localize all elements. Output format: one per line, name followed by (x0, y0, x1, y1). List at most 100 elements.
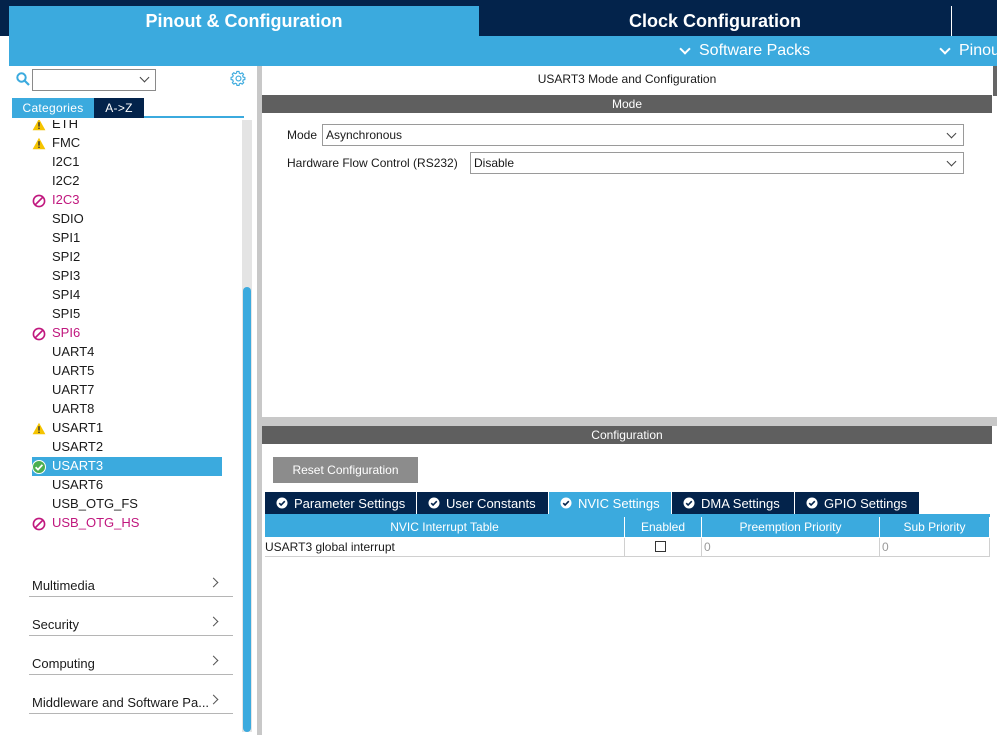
tab-parameter-settings[interactable]: Parameter Settings (265, 492, 417, 514)
configuration-section-header: Configuration (262, 426, 992, 444)
software-packs-menu[interactable]: Software Packs (679, 36, 811, 66)
category-label: Security (32, 617, 79, 632)
peripheral-label: I2C3 (52, 192, 80, 207)
disabled-icon (32, 517, 46, 531)
tab-user-constants[interactable]: User Constants (417, 492, 549, 514)
tab-pinout-configuration[interactable]: Pinout & Configuration (9, 6, 479, 36)
peripheral-label: USB_OTG_FS (52, 496, 138, 511)
pinout-menu[interactable]: Pinout (939, 36, 997, 66)
peripheral-label: SPI2 (52, 249, 81, 264)
peripheral-item-eth[interactable]: ETH (32, 120, 222, 134)
search-icon[interactable] (16, 72, 30, 86)
tab-nvic-settings[interactable]: NVIC Settings (549, 492, 672, 514)
peripheral-label: UART8 (52, 401, 95, 416)
category-multimedia[interactable]: Multimedia (29, 571, 233, 597)
peripheral-label: SPI6 (52, 325, 81, 340)
panel-edge-handle[interactable] (993, 66, 997, 96)
tab-clock-configuration[interactable]: Clock Configuration (481, 6, 949, 36)
horizontal-splitter[interactable] (262, 417, 997, 426)
peripheral-item-sdio[interactable]: SDIO (32, 210, 222, 229)
check-icon (32, 460, 46, 474)
peripheral-item-i2c1[interactable]: I2C1 (32, 153, 222, 172)
tab-label: NVIC Settings (578, 495, 660, 511)
column-header-sub-priority: Sub Priority (880, 517, 990, 537)
tab-categories[interactable]: Categories (12, 98, 94, 118)
hardware-flow-control-select[interactable]: Disable (470, 152, 964, 174)
tab-gpio-settings[interactable]: GPIO Settings (795, 492, 920, 514)
reset-configuration-button[interactable]: Reset Configuration (273, 457, 418, 483)
peripheral-label: I2C1 (52, 154, 80, 169)
chevron-right-icon (208, 577, 219, 588)
peripheral-label: USART3 (52, 458, 104, 473)
peripheral-item-spi2[interactable]: SPI2 (32, 248, 222, 267)
peripheral-item-usb_otg_hs[interactable]: USB_OTG_HS (32, 514, 222, 533)
enabled-checkbox[interactable] (655, 541, 666, 552)
tab-a-to-z[interactable]: A->Z (94, 98, 144, 118)
peripheral-item-spi1[interactable]: SPI1 (32, 229, 222, 248)
peripheral-item-uart7[interactable]: UART7 (32, 381, 222, 400)
mode-select[interactable]: Asynchronous (322, 124, 964, 146)
check-icon (276, 497, 288, 509)
peripheral-label: UART5 (52, 363, 95, 378)
software-packs-label: Software Packs (699, 42, 811, 59)
category-computing[interactable]: Computing (29, 649, 233, 675)
configuration-tabs: Parameter Settings User Constants NVIC Set… (265, 492, 990, 514)
category-security[interactable]: Security (29, 610, 233, 636)
category-middleware[interactable]: Middleware and Software Pa... (29, 688, 233, 714)
tab-label: GPIO Settings (824, 495, 908, 511)
check-icon (428, 497, 440, 509)
peripheral-item-spi3[interactable]: SPI3 (32, 267, 222, 286)
top-tab-bar: Pinout & Configuration Clock Configurati… (0, 0, 997, 36)
left-panel: Categories A->Z ETH FMC I2C1 I2C2 I2C3 SDIO SP… (9, 66, 257, 735)
peripheral-label: SPI4 (52, 287, 81, 302)
peripheral-item-spi5[interactable]: SPI5 (32, 305, 222, 324)
peripheral-item-spi6[interactable]: SPI6 (32, 324, 222, 343)
peripheral-item-usart2[interactable]: USART2 (32, 438, 222, 457)
peripheral-item-i2c3[interactable]: I2C3 (32, 191, 222, 210)
tab-a-to-z-label: A->Z (105, 101, 133, 115)
chevron-right-icon (208, 694, 219, 705)
tab-overflow[interactable] (951, 6, 997, 36)
left-scrollbar-thumb[interactable] (243, 287, 251, 732)
peripheral-list: ETH FMC I2C1 I2C2 I2C3 SDIO SPI1 SPI2 SPI3 SPI4 SP… (9, 120, 241, 540)
peripheral-label: I2C2 (52, 173, 80, 188)
category-label: Middleware and Software Pa... (32, 695, 210, 710)
right-panel: USART3 Mode and Configuration Mode Mode … (262, 66, 997, 735)
peripheral-item-usart6[interactable]: USART6 (32, 476, 222, 495)
table-row-sub-priority[interactable]: 0 (880, 538, 990, 557)
chevron-right-icon (208, 655, 219, 666)
chevron-down-icon (939, 42, 951, 55)
peripheral-item-usb_otg_fs[interactable]: USB_OTG_FS (32, 495, 222, 514)
search-combobox[interactable] (32, 69, 156, 91)
peripheral-item-uart4[interactable]: UART4 (32, 343, 222, 362)
chevron-right-icon (208, 616, 219, 627)
peripheral-label: USART2 (52, 439, 104, 454)
table-row-enabled-cell (625, 538, 702, 557)
peripheral-item-i2c2[interactable]: I2C2 (32, 172, 222, 191)
peripheral-item-spi4[interactable]: SPI4 (32, 286, 222, 305)
peripheral-item-uart8[interactable]: UART8 (32, 400, 222, 419)
pinout-menu-label: Pinout (959, 42, 997, 59)
peripheral-item-uart5[interactable]: UART5 (32, 362, 222, 381)
peripheral-label: SPI5 (52, 306, 81, 321)
check-icon (560, 497, 572, 509)
peripheral-item-usart1[interactable]: USART1 (32, 419, 222, 438)
gear-icon[interactable] (230, 70, 247, 87)
disabled-icon (32, 327, 46, 341)
table-row-preemption-priority[interactable]: 0 (702, 538, 880, 557)
tab-label: Parameter Settings (294, 495, 406, 511)
sub-menu-bar: Software Packs Pinout (9, 36, 997, 66)
mode-section-header: Mode (262, 95, 992, 113)
peripheral-item-usart3[interactable]: USART3 (32, 457, 222, 476)
peripheral-item-fmc[interactable]: FMC (32, 134, 222, 153)
warning-icon (32, 422, 46, 435)
peripheral-label: SPI3 (52, 268, 81, 283)
mode-label: Mode (287, 128, 318, 142)
disabled-icon (32, 194, 46, 208)
peripheral-label: UART4 (52, 344, 95, 359)
category-tabs: Categories A->Z (12, 98, 244, 118)
tab-dma-settings[interactable]: DMA Settings (672, 492, 795, 514)
peripheral-label: USART6 (52, 477, 104, 492)
chevron-down-icon (946, 156, 957, 167)
mode-select-value: Asynchronous (326, 128, 403, 142)
